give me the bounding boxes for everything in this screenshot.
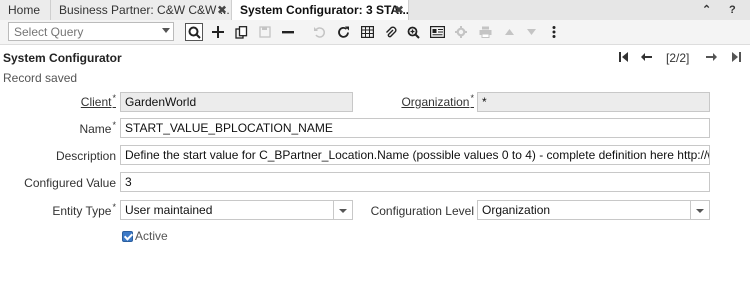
organization-field: * — [477, 92, 710, 112]
copy-record-button[interactable] — [232, 23, 250, 41]
tab-business-partner[interactable]: Business Partner: C&W C&W ... ✖ — [51, 0, 232, 20]
first-record-button[interactable] — [619, 50, 628, 66]
delete-icon — [282, 31, 294, 34]
entity-type-label-text: Entity Type — [52, 204, 112, 218]
help-icon[interactable]: ? — [729, 0, 736, 20]
arrow-right-icon — [706, 53, 717, 61]
configured-value-field[interactable]: 3 — [120, 172, 710, 192]
new-record-button[interactable] — [209, 23, 227, 41]
configured-value-label: Configured Value — [24, 176, 116, 190]
refresh-icon — [337, 26, 349, 38]
client-field: GardenWorld — [120, 92, 353, 112]
settings-button[interactable] — [452, 23, 470, 41]
attachment-icon — [386, 26, 397, 37]
save-button[interactable] — [256, 23, 274, 41]
entity-type-label: Entity Type* — [52, 202, 116, 218]
tab-home[interactable]: Home — [0, 0, 51, 20]
tab-system-configurator[interactable]: System Configurator: 3 STA... ✖ — [232, 0, 409, 20]
configuration-level-select[interactable]: Organization — [477, 200, 710, 220]
required-marker: * — [112, 93, 116, 103]
tab-bar: Home Business Partner: C&W C&W ... ✖ Sys… — [0, 0, 750, 21]
next-down-button[interactable] — [522, 23, 540, 41]
undo-button[interactable] — [310, 23, 328, 41]
report-icon — [429, 26, 445, 38]
undo-icon — [314, 27, 325, 38]
description-field[interactable]: Define the start value for C_BPartner_Lo… — [120, 145, 710, 165]
search-button[interactable] — [185, 23, 203, 41]
arrow-left-icon — [641, 53, 652, 61]
chevron-down-icon[interactable] — [162, 28, 170, 33]
required-marker: * — [112, 202, 116, 212]
attachment-button[interactable] — [382, 23, 400, 41]
organization-label-text: Organization — [401, 95, 470, 109]
print-button[interactable] — [476, 23, 494, 41]
configuration-level-label: Configuration Level — [370, 204, 474, 218]
entity-type-value: User maintained — [125, 203, 213, 217]
copy-icon — [234, 25, 247, 39]
next-record-button[interactable] — [706, 50, 717, 66]
print-icon — [479, 26, 491, 38]
close-icon[interactable]: ✖ — [394, 0, 404, 20]
delete-button[interactable] — [279, 23, 297, 41]
description-label: Description — [55, 149, 116, 163]
search-icon — [188, 26, 201, 39]
refresh-button[interactable] — [334, 23, 352, 41]
record-navigation-indicator: [2/2] — [666, 51, 690, 65]
first-record-icon — [619, 52, 628, 62]
page-title: System Configurator — [3, 51, 122, 65]
more-icon — [552, 26, 556, 38]
down-icon — [526, 29, 536, 35]
more-button[interactable] — [545, 23, 563, 41]
previous-up-button[interactable] — [500, 23, 518, 41]
status-message: Record saved — [3, 71, 78, 85]
entity-type-select[interactable]: User maintained — [120, 200, 353, 220]
active-checkbox[interactable] — [122, 231, 133, 242]
grid-toggle-icon — [360, 26, 374, 38]
organization-label[interactable]: Organization* — [401, 93, 474, 109]
grid-toggle-button[interactable] — [358, 23, 376, 41]
zoom-icon — [407, 26, 420, 39]
report-button[interactable] — [428, 23, 446, 41]
last-record-icon — [732, 52, 741, 62]
close-icon[interactable]: ✖ — [217, 0, 227, 20]
tab-label: Home — [8, 3, 41, 17]
toolbar — [0, 20, 750, 45]
select-query-dropdown[interactable] — [8, 22, 174, 41]
name-label-text: Name — [79, 122, 112, 136]
last-record-button[interactable] — [732, 50, 741, 66]
tab-label: System Configurator: 3 STA... — [240, 3, 409, 17]
chevron-down-icon[interactable] — [690, 201, 709, 219]
previous-record-button[interactable] — [641, 50, 652, 66]
required-marker: * — [112, 120, 116, 130]
collapse-icon[interactable]: ⌃ — [702, 0, 711, 20]
active-label[interactable]: Active — [135, 229, 168, 243]
required-marker: * — [470, 93, 474, 103]
zoom-button[interactable] — [404, 23, 422, 41]
client-label-text: Client — [80, 95, 112, 109]
name-label: Name* — [79, 120, 116, 136]
configuration-level-value: Organization — [482, 203, 551, 217]
search-input[interactable] — [9, 23, 159, 40]
tab-label: Business Partner: C&W C&W ... — [59, 3, 230, 17]
new-icon — [212, 26, 224, 38]
client-label[interactable]: Client* — [80, 93, 116, 109]
up-icon — [504, 29, 514, 35]
settings-icon — [455, 26, 467, 38]
name-field[interactable]: START_VALUE_BPLOCATION_NAME — [120, 118, 710, 138]
chevron-down-icon[interactable] — [333, 201, 352, 219]
save-icon — [259, 26, 271, 38]
